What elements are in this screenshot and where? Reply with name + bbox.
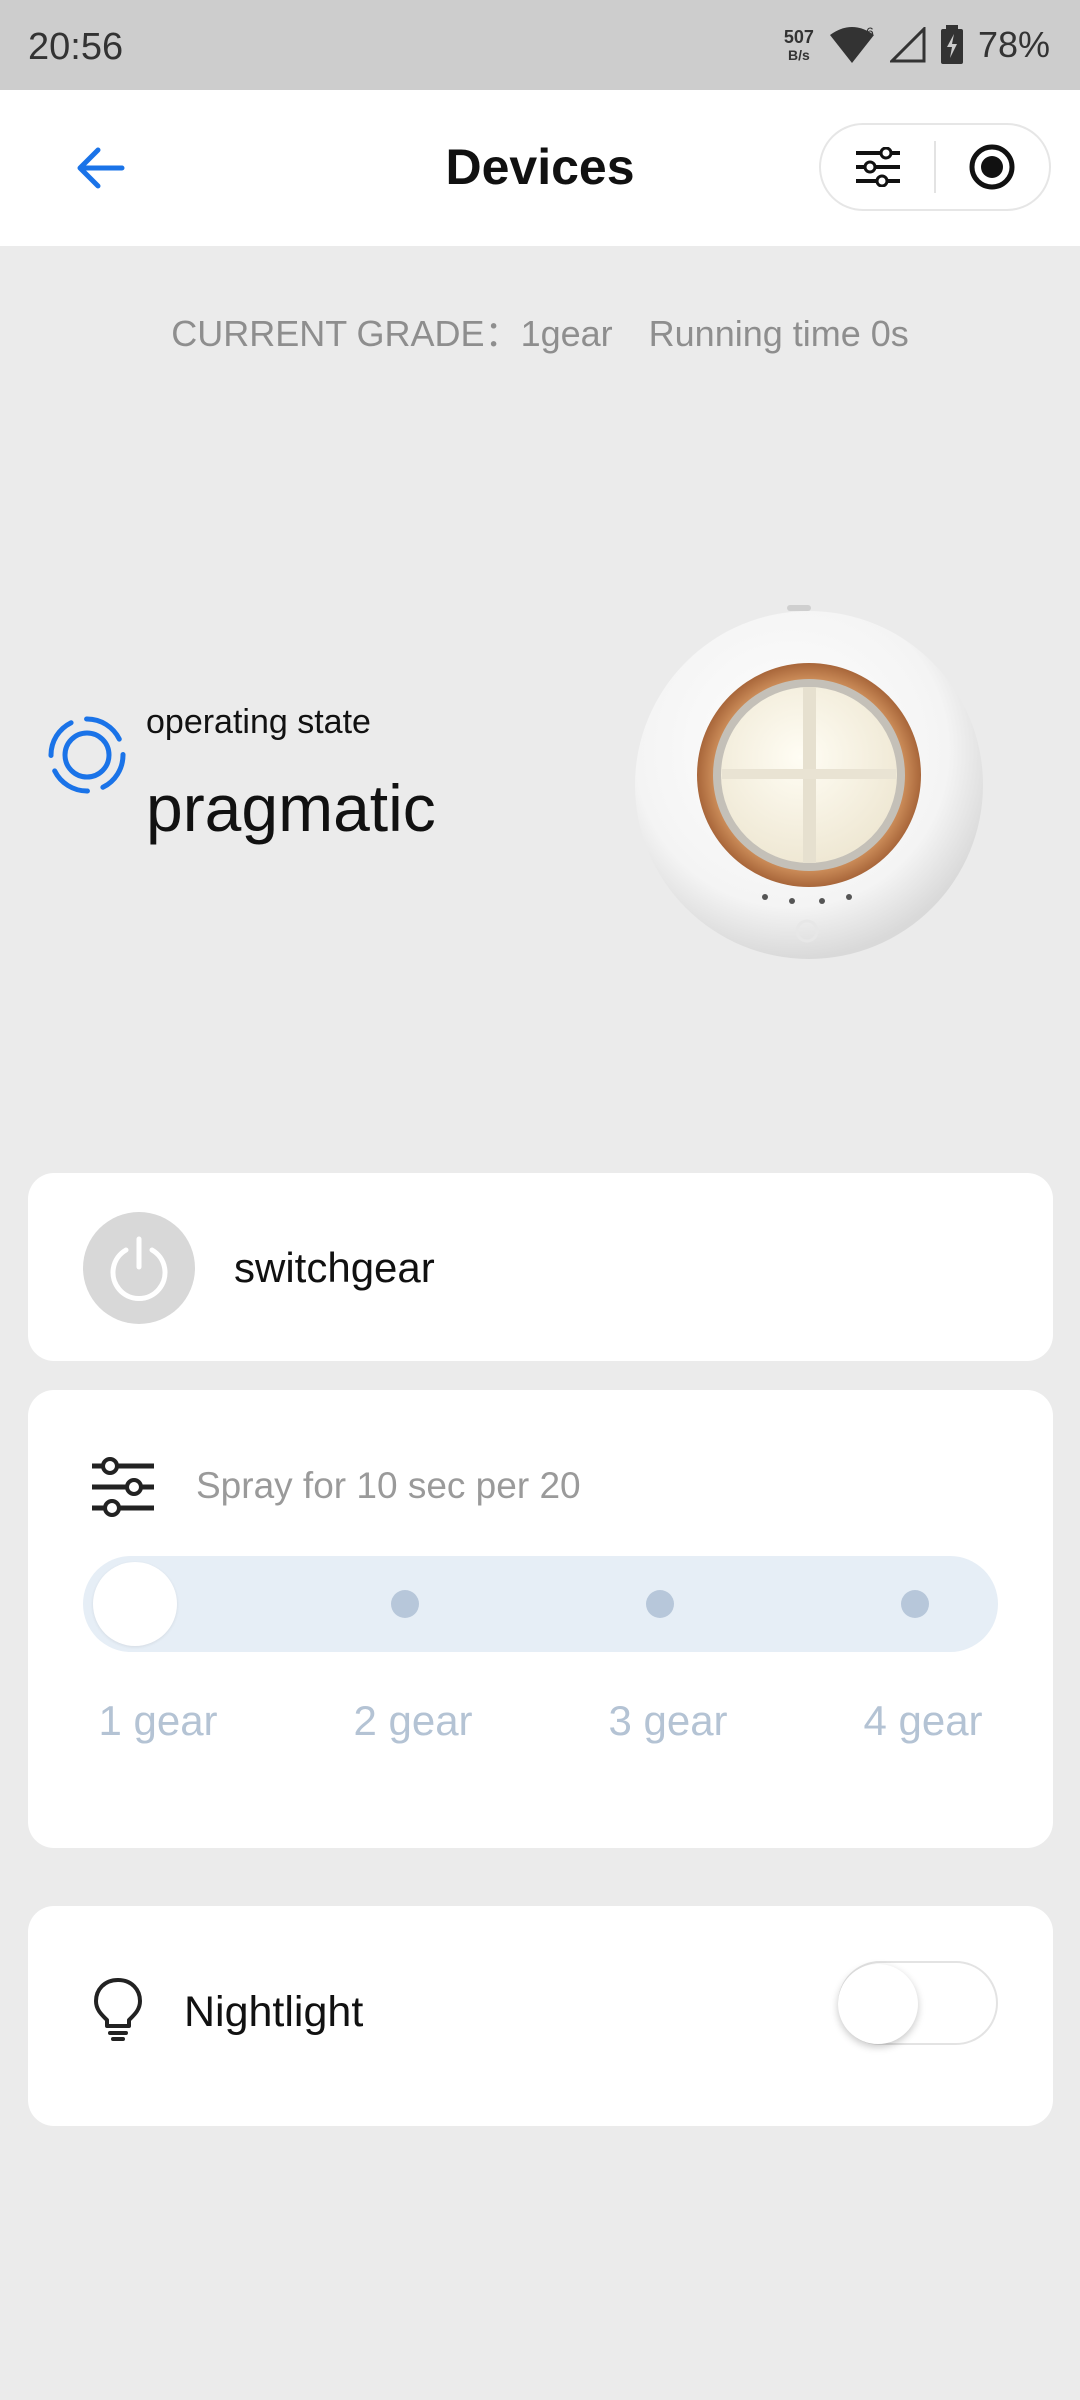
gear-slider[interactable]	[83, 1556, 998, 1652]
net-speed: 507 B/s	[784, 28, 814, 62]
gear-description: Spray for 10 sec per 20	[196, 1465, 581, 1506]
current-grade: CURRENT GRADE：1gear	[171, 313, 613, 354]
wifi-icon: 6	[829, 25, 874, 63]
nightlight-toggle[interactable]	[838, 1961, 998, 2045]
nightlight-toggle-thumb	[838, 1964, 918, 2044]
settings-menu-button[interactable]	[821, 125, 934, 209]
gear-labels: 1 gear 2 gear 3 gear 4 gear	[28, 1697, 1053, 1757]
operating-state-icon	[48, 716, 126, 794]
battery-percent: 78%	[977, 24, 1050, 65]
status-time: 20:56	[28, 26, 124, 68]
status-icons: 507 B/s 6 78%	[784, 22, 1050, 68]
power-icon	[110, 1236, 168, 1301]
status-bar: 20:56 507 B/s 6 78%	[0, 0, 1080, 90]
header-bar: Devices	[0, 90, 1080, 246]
gear-slider-thumb[interactable]	[93, 1562, 177, 1646]
status-info-line: CURRENT GRADE：1gear Running time 0s	[0, 305, 1080, 357]
gear-dot-4[interactable]	[901, 1590, 929, 1618]
running-time: Running time 0s	[648, 313, 909, 354]
battery-icon	[940, 25, 963, 64]
operating-state-label: operating state	[146, 703, 371, 741]
record-button[interactable]	[936, 125, 1049, 209]
gear-dot-3[interactable]	[646, 1590, 674, 1618]
operating-state-value: pragmatic	[146, 771, 436, 845]
device-image	[635, 605, 983, 959]
net-speed-unit: B/s	[788, 47, 810, 63]
gear-option-2[interactable]: 2 gear	[313, 1697, 513, 1745]
gear-option-4[interactable]: 4 gear	[823, 1697, 1023, 1745]
menu-capsule	[819, 123, 1051, 211]
signal-icon	[889, 27, 926, 63]
gear-option-1[interactable]: 1 gear	[58, 1697, 258, 1745]
net-speed-value: 507	[783, 27, 814, 47]
nightlight-card: Nightlight	[28, 1906, 1053, 2126]
switchgear-label: switchgear	[234, 1244, 435, 1291]
power-button[interactable]	[83, 1212, 195, 1324]
sliders-icon	[855, 147, 900, 187]
gear-card: Spray for 10 sec per 20 1 gear 2 gear 3 …	[28, 1390, 1053, 1848]
lightbulb-icon	[94, 1978, 142, 2041]
adjust-icon	[92, 1457, 154, 1517]
record-icon	[969, 144, 1015, 190]
gear-dot-2[interactable]	[391, 1590, 419, 1618]
nightlight-label: Nightlight	[184, 1988, 364, 2036]
wifi-badge: 6	[866, 25, 874, 40]
switch-card: switchgear	[28, 1173, 1053, 1361]
gear-option-3[interactable]: 3 gear	[568, 1697, 768, 1745]
